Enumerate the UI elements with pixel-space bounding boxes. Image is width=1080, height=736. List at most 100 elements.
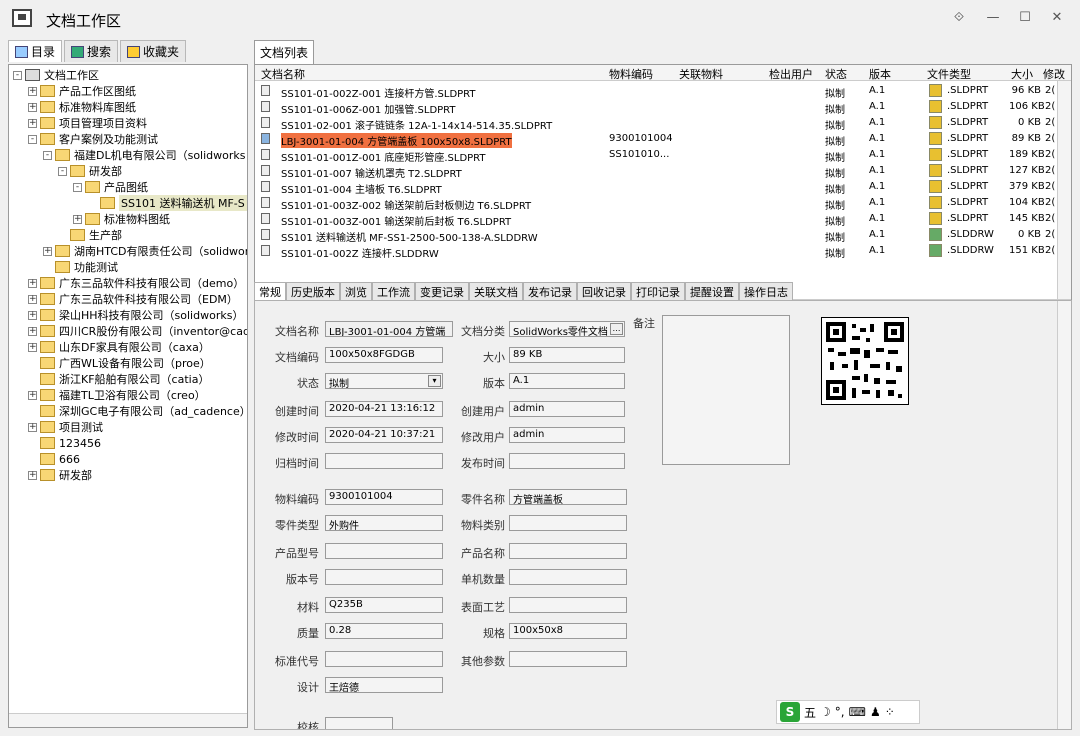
dropdown-arrow-icon[interactable]: ▾ xyxy=(428,375,441,387)
ctime-field[interactable]: 2020-04-21 13:16:12 xyxy=(325,401,443,417)
tree-node[interactable]: + 标准物料库图纸 xyxy=(28,99,136,115)
expander-icon[interactable]: + xyxy=(28,278,37,288)
table-row[interactable]: SS101-01-007 输送机罩壳 T2.SLDPRT 拟制 A.1 .SLDPRT… xyxy=(255,163,1055,180)
remark-textarea[interactable] xyxy=(662,315,790,465)
tab-detail-7[interactable]: 回收记录 xyxy=(577,282,631,300)
tree-node[interactable]: + 研发部 xyxy=(28,467,92,483)
tree-node[interactable]: + 产品工作区图纸 xyxy=(28,83,136,99)
tab-detail-1[interactable]: 历史版本 xyxy=(286,282,340,300)
doc_code-field[interactable]: 100x50x8FGDGB xyxy=(325,347,443,363)
tree-node[interactable]: + 四川CR股份有限公司（inventor@cad） xyxy=(28,323,247,339)
muser-field[interactable]: admin xyxy=(509,427,625,443)
user-icon[interactable]: ♟ xyxy=(870,705,881,719)
expander-icon[interactable]: + xyxy=(28,470,37,480)
expander-icon[interactable]: + xyxy=(73,214,82,224)
ptime-field[interactable] xyxy=(509,453,625,469)
tree-horizontal-scrollbar[interactable] xyxy=(9,713,247,727)
tree-node[interactable]: - 研发部 xyxy=(58,163,122,179)
column-header[interactable]: 检出用户 xyxy=(769,66,813,82)
maximize-button[interactable]: ☐ xyxy=(1014,8,1036,28)
tree-node[interactable]: SS101 送料输送机 MF-S xyxy=(88,195,247,211)
moon-icon[interactable]: ☽ xyxy=(820,705,831,719)
part_type-field[interactable]: 外购件 xyxy=(325,515,443,531)
expander-icon[interactable]: + xyxy=(28,102,37,112)
punctuation-icon[interactable]: °, xyxy=(835,705,845,719)
prod_name-field[interactable] xyxy=(509,543,627,559)
expander-icon[interactable]: + xyxy=(43,246,52,256)
table-row[interactable]: SS101 送料输送机 MF-SS1-2500-500-138-A.SLDDRW… xyxy=(255,227,1055,244)
column-header[interactable]: 大小 xyxy=(1011,66,1033,82)
tab-detail-3[interactable]: 工作流 xyxy=(372,282,415,300)
column-header[interactable]: 版本 xyxy=(869,66,891,82)
ime-toolbar[interactable]: S 五 ☽ °, ⌨ ♟ ⁘ xyxy=(776,700,920,724)
ime-mode-label[interactable]: 五 xyxy=(804,704,816,721)
table-row[interactable]: SS101-02-001 滚子链链条 12A-1-14x14-514.35.SL… xyxy=(255,115,1055,132)
keyboard-icon[interactable]: ⌨ xyxy=(849,705,866,719)
form-vertical-scrollbar[interactable] xyxy=(1057,301,1071,729)
mass-field[interactable]: 0.28 xyxy=(325,623,443,639)
tree-node[interactable]: 生产部 xyxy=(58,227,122,243)
ver_no-field[interactable] xyxy=(325,569,443,585)
tab-detail-0[interactable]: 常规 xyxy=(254,282,286,300)
tree-node[interactable]: 666 xyxy=(28,451,80,467)
tree-node[interactable]: + 项目管理项目资料 xyxy=(28,115,147,131)
expander-icon[interactable]: + xyxy=(28,342,37,352)
tab-detail-10[interactable]: 操作日志 xyxy=(739,282,793,300)
tab-detail-2[interactable]: 浏览 xyxy=(340,282,372,300)
expander-icon[interactable]: + xyxy=(28,86,37,96)
expander-icon[interactable]: + xyxy=(28,326,37,336)
tree-node[interactable]: 功能测试 xyxy=(43,259,118,275)
tab-document-list[interactable]: 文档列表 xyxy=(254,40,315,64)
expander-icon[interactable]: - xyxy=(58,166,67,176)
expander-icon[interactable]: + xyxy=(28,294,37,304)
design-field[interactable]: 王焙德 xyxy=(325,677,443,693)
tree-node[interactable]: + 山东DF家具有限公司（caxa） xyxy=(28,339,210,355)
expander-icon[interactable]: - xyxy=(43,150,52,160)
document-list[interactable]: 文档名称 物料编码 关联物料 检出用户 状态 版本 文件类型 大小 修改 SS101-01-00… xyxy=(254,64,1072,314)
other-field[interactable] xyxy=(509,651,627,667)
tab-favorites[interactable]: 收藏夹 xyxy=(120,40,187,62)
tree-node[interactable]: - 文档工作区 xyxy=(13,67,99,83)
std_code-field[interactable] xyxy=(325,651,443,667)
tab-detail-9[interactable]: 提醒设置 xyxy=(685,282,739,300)
tree-node[interactable]: + 标准物料图纸 xyxy=(73,211,170,227)
tab-search[interactable]: 搜索 xyxy=(64,40,119,62)
atime-field[interactable] xyxy=(325,453,443,469)
expander-icon[interactable]: - xyxy=(73,182,82,192)
table-row[interactable]: SS101-01-003Z-002 输送架前后封板侧边 T6.SLDPRT 拟制 A… xyxy=(255,195,1055,212)
tree-node[interactable]: + 广东三品软件科技有限公司（demo） xyxy=(28,275,244,291)
column-header[interactable]: 物料编码 xyxy=(609,66,653,82)
table-row[interactable]: SS101-01-001Z-001 底座矩形管座.SLDPRT SS101010.… xyxy=(255,147,1055,164)
tab-detail-4[interactable]: 变更记录 xyxy=(415,282,469,300)
column-header[interactable]: 状态 xyxy=(825,66,847,82)
tree-node[interactable]: + 福建TL卫浴有限公司（creo） xyxy=(28,387,206,403)
check-field[interactable] xyxy=(325,717,393,729)
tree-node[interactable]: + 广东三品软件科技有限公司（EDM） xyxy=(28,291,238,307)
expander-icon[interactable]: + xyxy=(28,390,37,400)
mtime-field[interactable]: 2020-04-21 10:37:21 xyxy=(325,427,443,443)
grid-icon[interactable]: ⁘ xyxy=(885,705,895,719)
close-button[interactable]: ✕ xyxy=(1046,8,1068,28)
column-header[interactable]: 关联物料 xyxy=(679,66,723,82)
column-header[interactable]: 修改 xyxy=(1043,66,1065,82)
tab-catalog[interactable]: 目录 xyxy=(8,40,63,62)
version-field[interactable]: A.1 xyxy=(509,373,625,389)
tree-node[interactable]: - 客户案例及功能测试 xyxy=(28,131,158,147)
tree-node[interactable]: 深圳GC电子有限公司（ad_cadence） xyxy=(28,403,247,419)
tab-detail-8[interactable]: 打印记录 xyxy=(631,282,685,300)
material-field[interactable]: Q235B xyxy=(325,597,443,613)
surface-field[interactable] xyxy=(509,597,627,613)
unit_qty-field[interactable] xyxy=(509,569,627,585)
minimize-button[interactable]: — xyxy=(982,8,1004,28)
table-row[interactable]: SS101-01-002Z-001 连接杆方管.SLDPRT 拟制 A.1 .SLDP… xyxy=(255,83,1055,100)
tree-node[interactable]: 广西WL设备有限公司（proe） xyxy=(28,355,211,371)
tab-detail-5[interactable]: 关联文档 xyxy=(469,282,523,300)
part_name-field[interactable]: 方管端盖板 xyxy=(509,489,627,505)
table-row[interactable]: LBJ-3001-01-004 方管端盖板 100x50x8.SLDPRT 930… xyxy=(255,131,1055,148)
list-vertical-scrollbar[interactable] xyxy=(1057,81,1071,299)
prod_model-field[interactable] xyxy=(325,543,443,559)
table-row[interactable]: SS101-01-003Z-001 输送架前后封板 T6.SLDPRT 拟制 A.1… xyxy=(255,211,1055,228)
column-header[interactable]: 文档名称 xyxy=(261,66,305,82)
expander-icon[interactable]: + xyxy=(28,422,37,432)
cuser-field[interactable]: admin xyxy=(509,401,625,417)
